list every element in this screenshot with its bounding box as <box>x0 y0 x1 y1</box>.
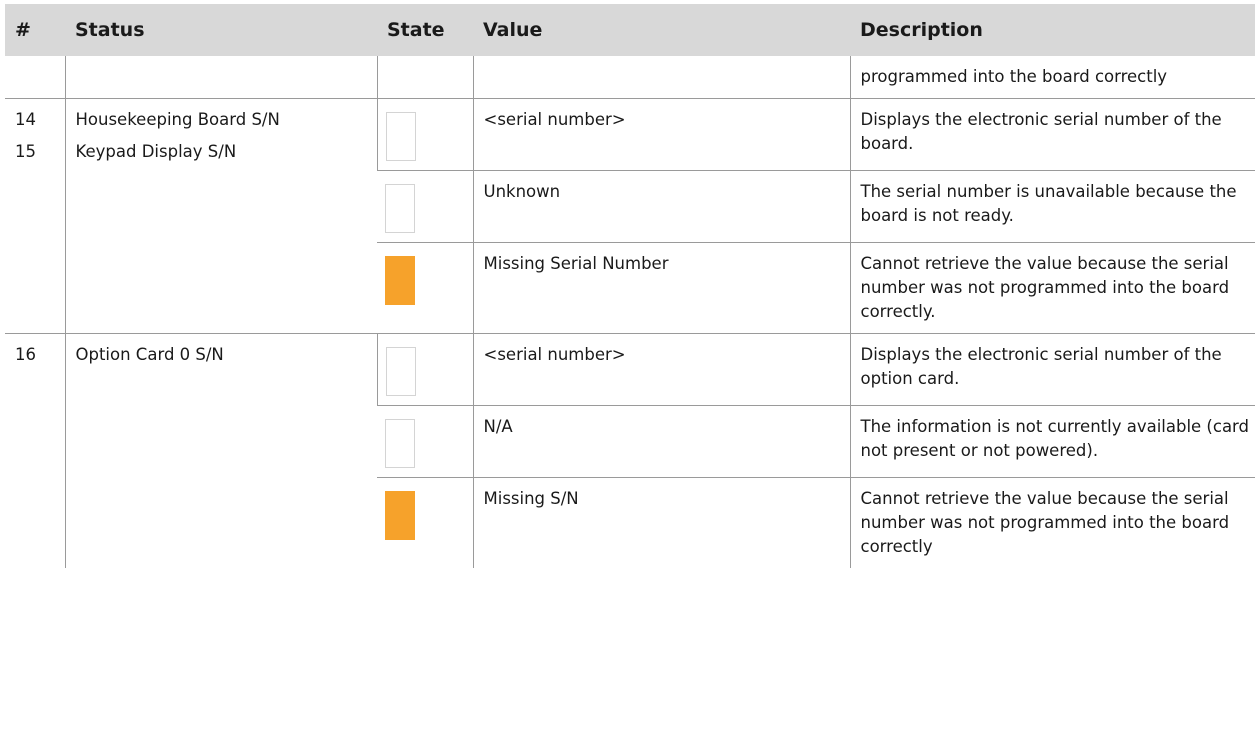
state-chip-blank <box>385 184 415 233</box>
state-chip-blank <box>385 347 416 396</box>
status-name: Option Card 0 S/N <box>75 345 224 364</box>
state-chip-blank <box>385 419 415 468</box>
row-number: 16 <box>15 345 36 364</box>
cell-description: Displays the electronic serial number of… <box>849 333 1255 406</box>
row-number: 15 <box>15 142 36 161</box>
cell-description: Cannot retrieve the value because the se… <box>849 477 1255 568</box>
table-row: 16 Option Card 0 S/N <serial number> Dis… <box>5 333 1255 568</box>
cell-value <box>472 56 850 99</box>
cell-state <box>376 56 473 99</box>
status-name: Housekeeping Board S/N <box>75 110 280 129</box>
cell-number: 14 15 <box>5 99 65 334</box>
cell-value: Missing S/N <box>472 477 850 568</box>
cell-number: 16 <box>5 333 65 568</box>
cell-status: Option Card 0 S/N <box>64 333 377 568</box>
cell-value: <serial number> <box>472 98 850 171</box>
cell-description: Cannot retrieve the value because the se… <box>849 242 1255 334</box>
cell-number <box>5 56 65 99</box>
column-header-description: Description <box>850 4 1255 56</box>
cell-status: Housekeeping Board S/N Keypad Display S/… <box>64 98 377 334</box>
cell-state <box>377 170 473 243</box>
cell-description: The information is not currently availab… <box>849 405 1255 478</box>
cell-description: programmed into the board correctly <box>849 56 1255 99</box>
cell-description: The serial number is unavailable because… <box>849 170 1255 243</box>
cell-description: Displays the electronic serial number of… <box>849 98 1255 171</box>
row-number: 14 <box>15 110 36 129</box>
column-header-status: Status <box>65 4 377 56</box>
cell-value: Missing Serial Number <box>472 242 850 334</box>
table-row: 14 15 Housekeeping Board S/N Keypad Disp… <box>5 98 1255 334</box>
cell-state <box>377 405 473 478</box>
status-table: # Status State Value Description program… <box>5 4 1255 568</box>
column-header-number: # <box>5 4 65 56</box>
table-row-continuation: programmed into the board correctly <box>5 56 1255 99</box>
cell-state <box>376 333 473 406</box>
cell-state <box>376 98 473 171</box>
state-chip-warning <box>385 256 415 305</box>
status-name: Keypad Display S/N <box>75 142 237 161</box>
state-chip-blank <box>385 112 416 161</box>
cell-state <box>377 242 473 334</box>
state-chip-warning <box>385 491 415 540</box>
cell-state <box>377 478 473 569</box>
cell-value: N/A <box>472 405 850 478</box>
cell-value: <serial number> <box>472 333 850 406</box>
column-header-value: Value <box>473 4 850 56</box>
table-header-row: # Status State Value Description <box>5 4 1255 56</box>
cell-status <box>64 56 377 99</box>
column-header-state: State <box>377 4 473 56</box>
cell-value: Unknown <box>472 170 850 243</box>
